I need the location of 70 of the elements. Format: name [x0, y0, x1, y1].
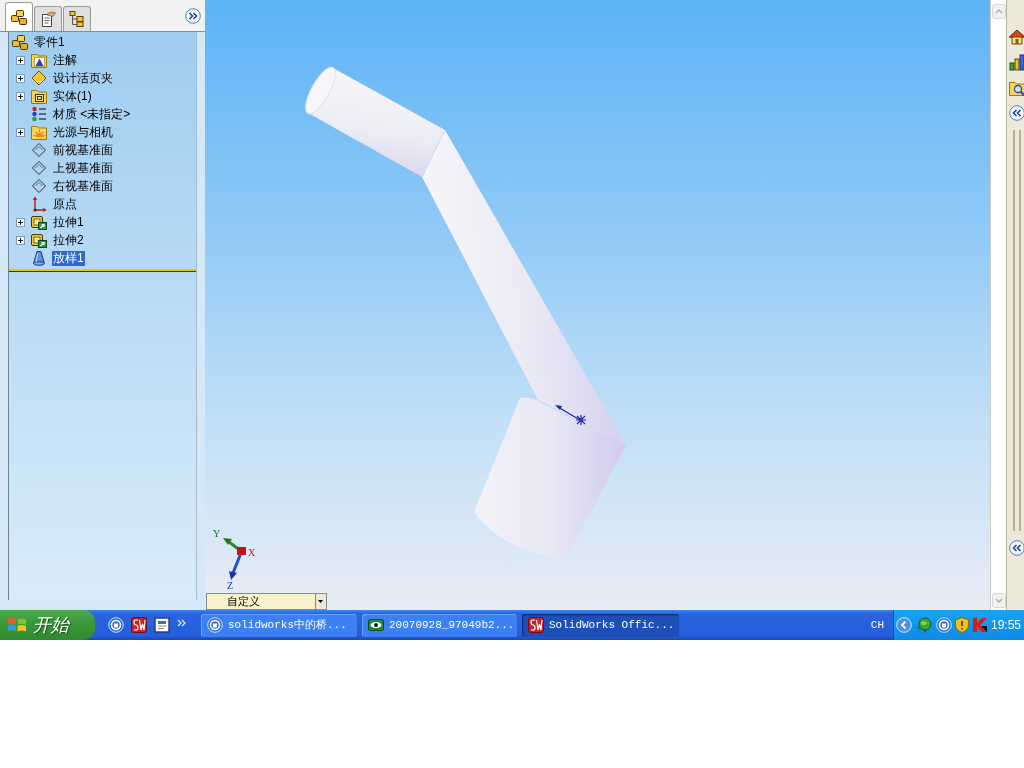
tree-item-label[interactable]: 前视基准面	[52, 142, 114, 158]
arrow-marker-icon	[555, 405, 587, 426]
rhombus-icon	[31, 160, 47, 176]
tree-item-label[interactable]: 材质 <未指定>	[52, 106, 132, 122]
app-badge-icon	[528, 617, 544, 633]
shield-icon[interactable]	[955, 617, 969, 633]
tree-item-label[interactable]: 上视基准面	[52, 160, 114, 176]
dots-list-icon	[31, 106, 47, 122]
double-chevron-icon[interactable]	[1009, 105, 1024, 121]
double-chevron-icon[interactable]	[185, 7, 201, 24]
panel-tab[interactable]	[63, 6, 91, 31]
axes-icon	[31, 196, 47, 212]
taskbar-button[interactable]: 20070928_97049b2...	[362, 613, 517, 637]
chevron-left-icon[interactable]	[896, 617, 912, 633]
windows-flag-icon	[7, 616, 27, 634]
round-app-icon[interactable]	[108, 617, 124, 633]
plus-box-icon[interactable]	[16, 217, 25, 227]
axis-label: Y	[213, 528, 221, 539]
clock-time: 19:55	[991, 617, 1022, 634]
axis-label: Z	[227, 580, 234, 590]
round-app-icon	[207, 617, 223, 633]
tree-icon[interactable]	[915, 617, 933, 633]
tree-item-label[interactable]: 原点	[52, 196, 78, 212]
folder-icon	[31, 88, 47, 104]
plus-box-icon[interactable]	[16, 55, 25, 65]
panel-tab[interactable]	[5, 2, 33, 31]
plus-box-icon[interactable]	[16, 73, 25, 83]
house-icon[interactable]	[1009, 29, 1024, 45]
tree-item-label[interactable]: 光源与相机	[52, 124, 114, 140]
taskbar-button[interactable]: solidworks中的桥...	[201, 613, 357, 637]
eye-icon	[368, 617, 384, 633]
plus-box-icon[interactable]	[16, 235, 25, 245]
window-icon[interactable]	[154, 617, 170, 633]
tree-item-label[interactable]: 拉伸2	[52, 232, 85, 248]
caret-icon[interactable]	[315, 594, 326, 609]
taskbar-button[interactable]: SolidWorks Offic...	[522, 613, 679, 637]
app-logo-icon[interactable]	[972, 617, 988, 633]
tree-item-label[interactable]: 右视基准面	[52, 178, 114, 194]
blocks-icon	[11, 9, 27, 25]
rhombus-icon	[31, 178, 47, 194]
tree-item-label[interactable]: 放样1	[52, 250, 85, 266]
plus-box-icon[interactable]	[16, 127, 25, 137]
view-dropdown[interactable]: 自定义	[206, 593, 327, 610]
folder-icon	[31, 52, 47, 68]
tree-diagram-icon	[69, 11, 85, 27]
tree-item-label[interactable]: 设计活页夹	[52, 70, 114, 86]
axis-label: X	[248, 547, 256, 558]
bar-chart-icon[interactable]	[1009, 54, 1024, 71]
tree-item-label[interactable]: 拉伸1	[52, 214, 85, 230]
axis-triad-icon	[223, 538, 246, 580]
start-button[interactable]: 开始	[0, 610, 95, 640]
tree-item-label[interactable]: 注解	[52, 52, 78, 68]
document-icon	[40, 11, 56, 27]
bell-icon	[31, 250, 47, 266]
folder-search-icon[interactable]	[1009, 80, 1024, 96]
folder-icon	[31, 124, 47, 140]
round-app-icon[interactable]	[936, 617, 952, 633]
rhombus-icon	[31, 142, 47, 158]
tree-item-label[interactable]: 零件1	[33, 34, 66, 50]
block-arrow-icon	[31, 214, 47, 230]
language-indicator[interactable]: CH	[870, 616, 884, 634]
rollback-bar[interactable]	[9, 269, 196, 272]
plus-box-icon[interactable]	[16, 91, 25, 101]
tree-item-label[interactable]: 实体(1)	[52, 88, 93, 104]
block-arrow-icon	[31, 232, 47, 248]
panel-tab[interactable]	[34, 6, 62, 31]
double-chevron-icon[interactable]	[1009, 540, 1024, 556]
app-badge-icon[interactable]	[131, 617, 147, 633]
diamond-icon	[31, 70, 47, 86]
blocks-icon	[12, 34, 28, 50]
